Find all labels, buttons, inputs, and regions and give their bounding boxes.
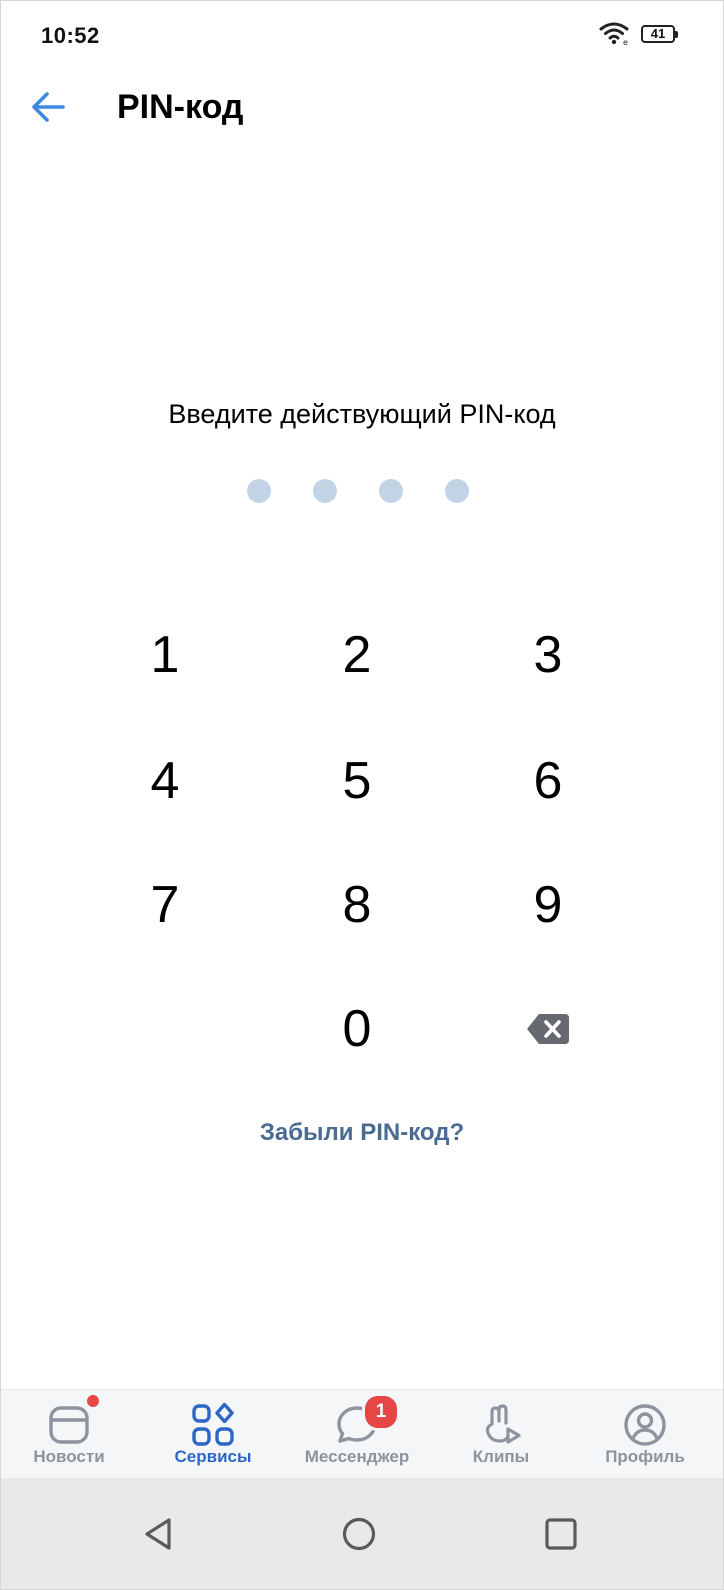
key-9[interactable]: 9 (478, 855, 618, 955)
nav-recents-button[interactable] (533, 1506, 589, 1562)
profile-icon (624, 1404, 666, 1446)
tab-label-messenger: Мессенджер (304, 1447, 410, 1466)
messenger-badge-count: 1 (362, 1393, 400, 1431)
recents-square-icon (545, 1518, 577, 1550)
tab-label-services: Сервисы (174, 1447, 252, 1466)
key-3[interactable]: 3 (478, 605, 618, 705)
tab-profile[interactable]: Профиль (573, 1390, 717, 1478)
clips-icon (485, 1404, 521, 1444)
news-icon (49, 1406, 89, 1444)
keypad: 1 2 3 4 5 6 7 8 9 0 (1, 1, 723, 1101)
key-0[interactable]: 0 (287, 979, 427, 1079)
key-2[interactable]: 2 (287, 605, 427, 705)
nav-home-button[interactable] (331, 1506, 387, 1562)
tab-news[interactable]: Новости (1, 1390, 141, 1478)
home-circle-icon (342, 1517, 376, 1551)
key-6[interactable]: 6 (478, 731, 618, 831)
tab-messenger[interactable]: 1 Мессенджер (285, 1390, 429, 1478)
tab-label-clips: Клипы (472, 1447, 530, 1466)
forgot-pin-link[interactable]: Забыли PIN-код? (1, 1119, 723, 1147)
android-nav-bar (1, 1478, 723, 1589)
backspace-button[interactable] (478, 979, 618, 1079)
key-7[interactable]: 7 (95, 855, 235, 955)
nav-back-button[interactable] (131, 1506, 187, 1562)
services-icon (192, 1402, 234, 1446)
tab-label-profile: Профиль (605, 1447, 685, 1466)
tab-services[interactable]: Сервисы (141, 1390, 285, 1478)
key-5[interactable]: 5 (287, 731, 427, 831)
back-triangle-icon (145, 1518, 171, 1550)
news-badge-dot (85, 1393, 101, 1409)
app-screen: 10:52 e 41 PIN-код Введите действующий P… (0, 0, 724, 1590)
tab-label-news: Новости (33, 1447, 105, 1466)
key-4[interactable]: 4 (95, 731, 235, 831)
key-8[interactable]: 8 (287, 855, 427, 955)
tab-clips[interactable]: Клипы (429, 1390, 573, 1478)
key-1[interactable]: 1 (95, 605, 235, 705)
tab-bar: Новости Сервисы 1 Мессенджер Клипы Профи… (1, 1389, 723, 1478)
backspace-icon (527, 1014, 569, 1044)
